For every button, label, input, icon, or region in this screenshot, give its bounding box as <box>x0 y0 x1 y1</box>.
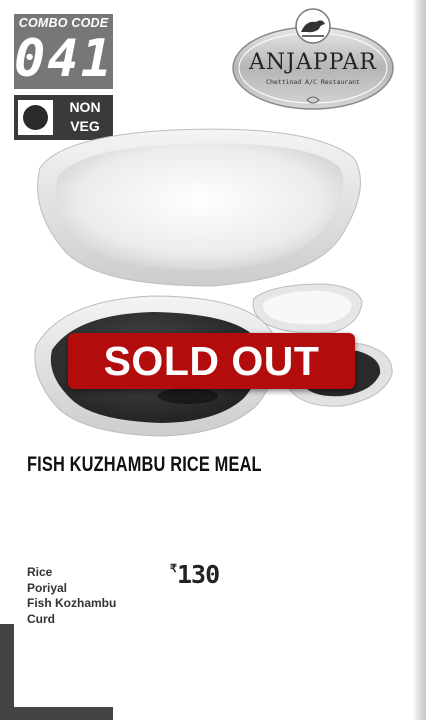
logo-title: ANJAPPAR <box>249 50 377 75</box>
combo-code-value: 041 <box>14 29 114 89</box>
meal-items-list: Rice Poriyal Fish Kozhambu Curd <box>27 565 116 627</box>
corner-bar-horizontal <box>0 707 113 720</box>
meal-title: FISH KUZHAMBU RICE MEAL <box>27 453 262 476</box>
corner-bar-vertical <box>0 624 14 720</box>
meal-price: ₹130 <box>170 560 220 589</box>
combo-code-label: COMBO CODE <box>18 16 109 30</box>
list-item: Rice <box>27 565 53 579</box>
list-item: Curd <box>27 611 55 626</box>
combo-code-badge: COMBO CODE 041 <box>14 14 113 89</box>
meal-photo <box>34 128 393 437</box>
currency-symbol: ₹ <box>170 563 177 575</box>
list-item: Fish Kozhambu <box>27 596 117 610</box>
right-edge-shadow <box>412 0 426 720</box>
restaurant-logo: ANJAPPAR Chettinad A/C Restaurant <box>230 6 396 112</box>
price-value: 130 <box>177 560 220 589</box>
logo-subtitle: Chettinad A/C Restaurant <box>266 78 360 86</box>
diet-label-line1: NON <box>69 99 101 115</box>
sold-out-banner: SOLD OUT <box>68 333 355 389</box>
list-item: Poriyal <box>27 580 68 595</box>
